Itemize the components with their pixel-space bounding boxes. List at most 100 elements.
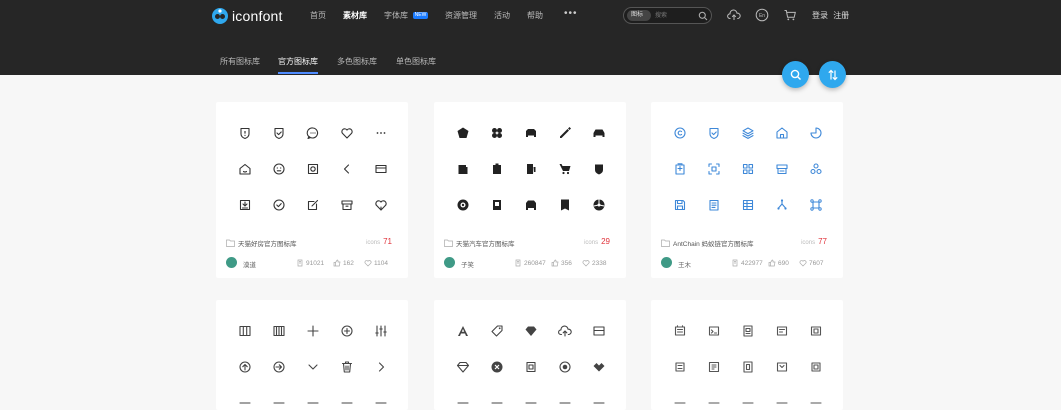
author-name[interactable]: 子笑 bbox=[461, 259, 474, 269]
text-box-icon bbox=[673, 360, 687, 374]
likes-count: 690 bbox=[778, 259, 789, 267]
tab-monochrome-libraries[interactable]: 单色图标库 bbox=[396, 56, 436, 67]
like-heart-icon bbox=[374, 198, 388, 212]
thumb-up-icon bbox=[768, 259, 778, 267]
more-menu-button[interactable]: ••• bbox=[564, 8, 578, 19]
likes-stat[interactable]: 690 bbox=[768, 259, 789, 267]
favorites-stat[interactable]: 7607 bbox=[799, 259, 823, 267]
upload-cloud-icon[interactable] bbox=[727, 8, 741, 22]
shopping-cart-icon bbox=[558, 162, 572, 176]
icon-count: icons 71 bbox=[366, 237, 392, 246]
nav-home[interactable]: 首页 bbox=[310, 10, 326, 21]
author-name[interactable]: 王木 bbox=[678, 259, 691, 269]
icon-count-label: icons bbox=[584, 240, 599, 246]
plus-circle-icon bbox=[340, 324, 354, 338]
likes-stat[interactable]: 162 bbox=[333, 259, 354, 267]
svg-text:En: En bbox=[759, 13, 765, 19]
minus-icon bbox=[673, 396, 687, 410]
network-tree-icon bbox=[775, 198, 789, 212]
card-title[interactable]: 天猫好房官方图标库 bbox=[238, 238, 297, 248]
library-card[interactable]: 天猫好房官方图标库 icons 71 漠道 91021 162 1104 bbox=[216, 102, 408, 278]
avatar[interactable] bbox=[226, 257, 237, 268]
likes-stat[interactable]: 356 bbox=[551, 259, 572, 267]
tab-all-libraries[interactable]: 所有图标库 bbox=[220, 56, 260, 67]
steering-wheel-icon bbox=[592, 198, 606, 212]
icon-count-value: 71 bbox=[383, 237, 392, 246]
grid-apps-icon bbox=[741, 162, 755, 176]
card-title[interactable]: 天猫汽车官方图标库 bbox=[456, 238, 515, 248]
nav-resources[interactable]: 资源管理 bbox=[445, 10, 477, 21]
arrow-up-circle-icon bbox=[238, 360, 252, 374]
favorites-count: 2338 bbox=[592, 259, 607, 267]
nav-help[interactable]: 帮助 bbox=[527, 10, 543, 21]
nav-events[interactable]: 活动 bbox=[494, 10, 510, 21]
favorites-stat[interactable]: 2338 bbox=[582, 259, 606, 267]
scan-frame-icon bbox=[707, 162, 721, 176]
search-fab-button[interactable] bbox=[782, 61, 809, 88]
chat-bubble-icon bbox=[306, 126, 320, 140]
search-input[interactable] bbox=[655, 9, 695, 22]
bookmark-icon bbox=[558, 198, 572, 212]
likes-count: 356 bbox=[561, 259, 572, 267]
library-card[interactable] bbox=[216, 300, 408, 410]
document-box-icon bbox=[707, 360, 721, 374]
library-card[interactable]: AntChain 蚂蚁链官方图标库 icons 77 王木 422977 690 … bbox=[651, 102, 843, 278]
diamond-outline-icon bbox=[456, 360, 470, 374]
language-switch-icon[interactable]: En bbox=[755, 8, 769, 22]
tire-icon bbox=[456, 198, 470, 212]
card-title[interactable]: AntChain 蚂蚁链官方图标库 bbox=[673, 238, 754, 248]
tag-icon bbox=[490, 324, 504, 338]
views-count: 422977 bbox=[741, 259, 763, 267]
library-card[interactable]: 天猫汽车官方图标库 icons 29 子笑 260847 356 2338 bbox=[434, 102, 626, 278]
views-icon bbox=[514, 259, 524, 267]
logo-text: iconfont bbox=[232, 8, 283, 24]
thumb-up-icon bbox=[551, 259, 561, 267]
avatar[interactable] bbox=[661, 257, 672, 268]
icon-count-label: icons bbox=[366, 240, 381, 246]
sort-fab-button[interactable] bbox=[819, 61, 846, 88]
save-floppy-icon bbox=[673, 198, 687, 212]
table-icon bbox=[741, 198, 755, 212]
search-box: 图标 bbox=[623, 7, 712, 24]
home-icon bbox=[238, 162, 252, 176]
minus-icon bbox=[490, 396, 504, 410]
avatar[interactable] bbox=[444, 257, 455, 268]
cart-icon[interactable] bbox=[783, 8, 797, 22]
search-icon[interactable] bbox=[698, 11, 708, 21]
plus-icon bbox=[306, 324, 320, 338]
library-card[interactable] bbox=[434, 300, 626, 410]
download-box-icon bbox=[238, 198, 252, 212]
library-card[interactable] bbox=[651, 300, 843, 410]
card-icon bbox=[592, 324, 606, 338]
login-link[interactable]: 登录 bbox=[812, 11, 828, 20]
calendar-list-icon bbox=[673, 324, 687, 338]
link-nodes-icon bbox=[809, 198, 823, 212]
search-type-select[interactable]: 图标 bbox=[627, 10, 651, 21]
likes-count: 162 bbox=[343, 259, 354, 267]
favorites-stat[interactable]: 1104 bbox=[364, 259, 388, 267]
minus-icon bbox=[741, 396, 755, 410]
nav-materials[interactable]: 素材库 bbox=[343, 10, 367, 21]
tab-official-libraries[interactable]: 官方图标库 bbox=[278, 56, 318, 67]
mail-box-icon bbox=[775, 360, 789, 374]
nav-fonts[interactable]: 字体库 bbox=[384, 10, 408, 21]
favorites-count: 1104 bbox=[374, 259, 388, 267]
chevron-left-icon bbox=[340, 162, 354, 176]
shield-solid-icon bbox=[592, 162, 606, 176]
minus-icon bbox=[592, 396, 606, 410]
author-name[interactable]: 漠道 bbox=[243, 259, 256, 269]
library-icon bbox=[226, 239, 235, 247]
logo[interactable]: iconfont bbox=[211, 6, 283, 26]
id-card-icon bbox=[741, 324, 755, 338]
register-link[interactable]: 注册 bbox=[833, 11, 849, 20]
search-fab-icon bbox=[790, 69, 801, 80]
sliders-icon bbox=[374, 324, 388, 338]
icon-count-value: 77 bbox=[818, 237, 827, 246]
check-circle-icon bbox=[272, 198, 286, 212]
tab-multicolor-libraries[interactable]: 多色图标库 bbox=[337, 56, 377, 67]
font-letter-icon bbox=[456, 324, 470, 338]
columns-icon bbox=[238, 324, 252, 338]
views-stat: 91021 bbox=[296, 259, 324, 267]
icon-count: icons 29 bbox=[584, 237, 610, 246]
minus-icon bbox=[374, 396, 388, 410]
